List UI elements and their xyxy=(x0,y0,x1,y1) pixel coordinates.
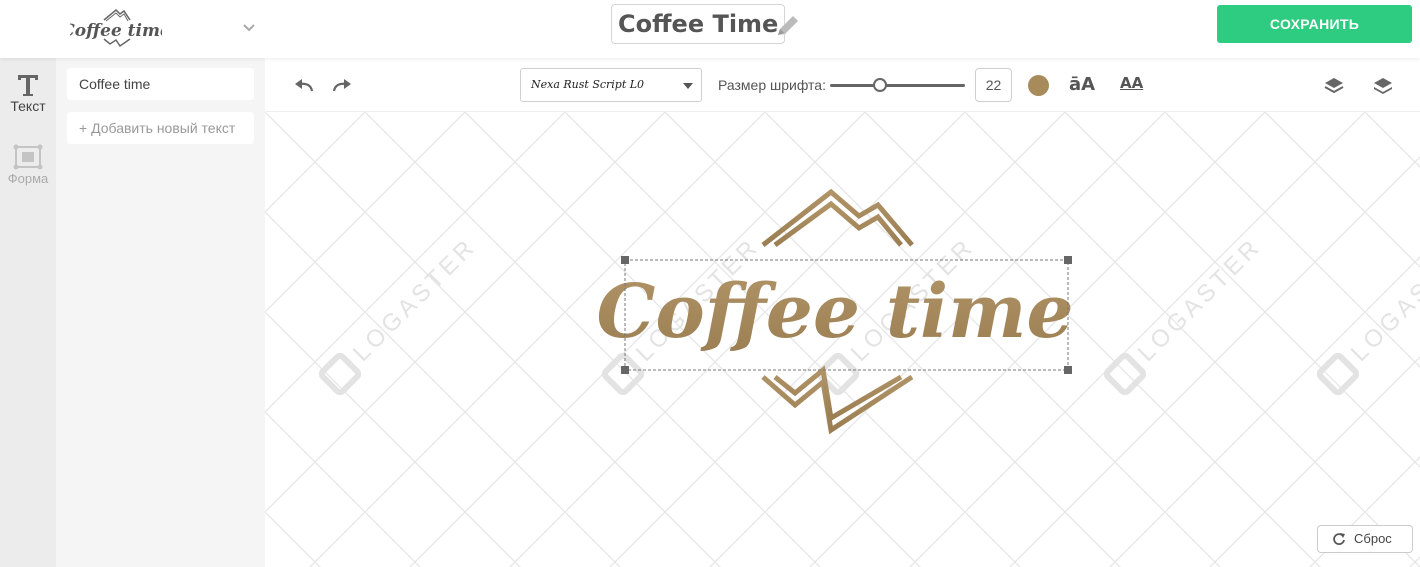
pencil-icon[interactable] xyxy=(772,10,804,42)
add-text-button[interactable]: + Добавить новый текст xyxy=(67,112,254,144)
logo-text[interactable]: Coffee time xyxy=(596,269,1073,355)
caret-down-icon xyxy=(683,83,693,89)
canvas-artwork: LOGASTER LOGASTER LOGASTER LOGASTER LOGA… xyxy=(265,112,1420,567)
font-size-input[interactable]: 22 xyxy=(975,68,1012,102)
reset-label: Сброс xyxy=(1354,531,1392,546)
project-logo-thumbnail[interactable]: Coffee time xyxy=(70,4,162,52)
font-size-slider-thumb[interactable] xyxy=(872,78,887,92)
resize-handle[interactable] xyxy=(621,366,629,374)
reset-icon xyxy=(1333,533,1345,545)
text-panel: Coffee time + Добавить новый текст xyxy=(56,58,265,567)
font-select-value: Nexa Rust Script L0 xyxy=(531,78,645,91)
top-bar: Coffee time Coffee Time СОХРАНИТЬ xyxy=(0,0,1420,58)
font-size-slider[interactable] xyxy=(830,84,965,87)
resize-handle[interactable] xyxy=(621,256,629,264)
text-input[interactable]: Coffee time xyxy=(67,68,254,100)
sidebar-item-label: Текст xyxy=(10,98,46,114)
text-case-icon[interactable]: āA xyxy=(1069,74,1095,95)
layers-icon[interactable] xyxy=(1372,76,1394,96)
sidebar-item-label: Форма xyxy=(7,171,49,186)
undo-icon[interactable] xyxy=(293,77,315,95)
design-canvas[interactable]: LOGASTER LOGASTER LOGASTER LOGASTER LOGA… xyxy=(265,112,1420,567)
save-button[interactable]: СОХРАНИТЬ xyxy=(1217,5,1412,43)
project-title[interactable]: Coffee Time xyxy=(611,4,786,44)
reset-button[interactable]: Сброс xyxy=(1317,525,1413,553)
resize-handle[interactable] xyxy=(1064,256,1072,264)
resize-handle[interactable] xyxy=(1064,366,1072,374)
font-size-label: Размер шрифта: xyxy=(718,77,826,93)
font-select[interactable]: Nexa Rust Script L0 xyxy=(520,68,702,102)
text-toolbar: Nexa Rust Script L0 Размер шрифта: 22 āA… xyxy=(265,58,1420,112)
bring-forward-icon[interactable] xyxy=(1323,76,1345,96)
shape-icon xyxy=(13,144,43,170)
logo-text: Coffee time xyxy=(70,21,162,41)
sidebar-item-shape[interactable]: Форма xyxy=(0,144,56,186)
tool-sidebar: Текст Форма xyxy=(0,58,56,567)
chevron-down-icon[interactable] xyxy=(240,18,258,36)
letter-spacing-icon[interactable]: AA xyxy=(1120,74,1143,92)
text-color-swatch[interactable] xyxy=(1028,75,1049,96)
redo-icon[interactable] xyxy=(331,77,353,95)
text-icon xyxy=(18,75,38,96)
sidebar-item-text[interactable]: Текст xyxy=(0,72,56,114)
